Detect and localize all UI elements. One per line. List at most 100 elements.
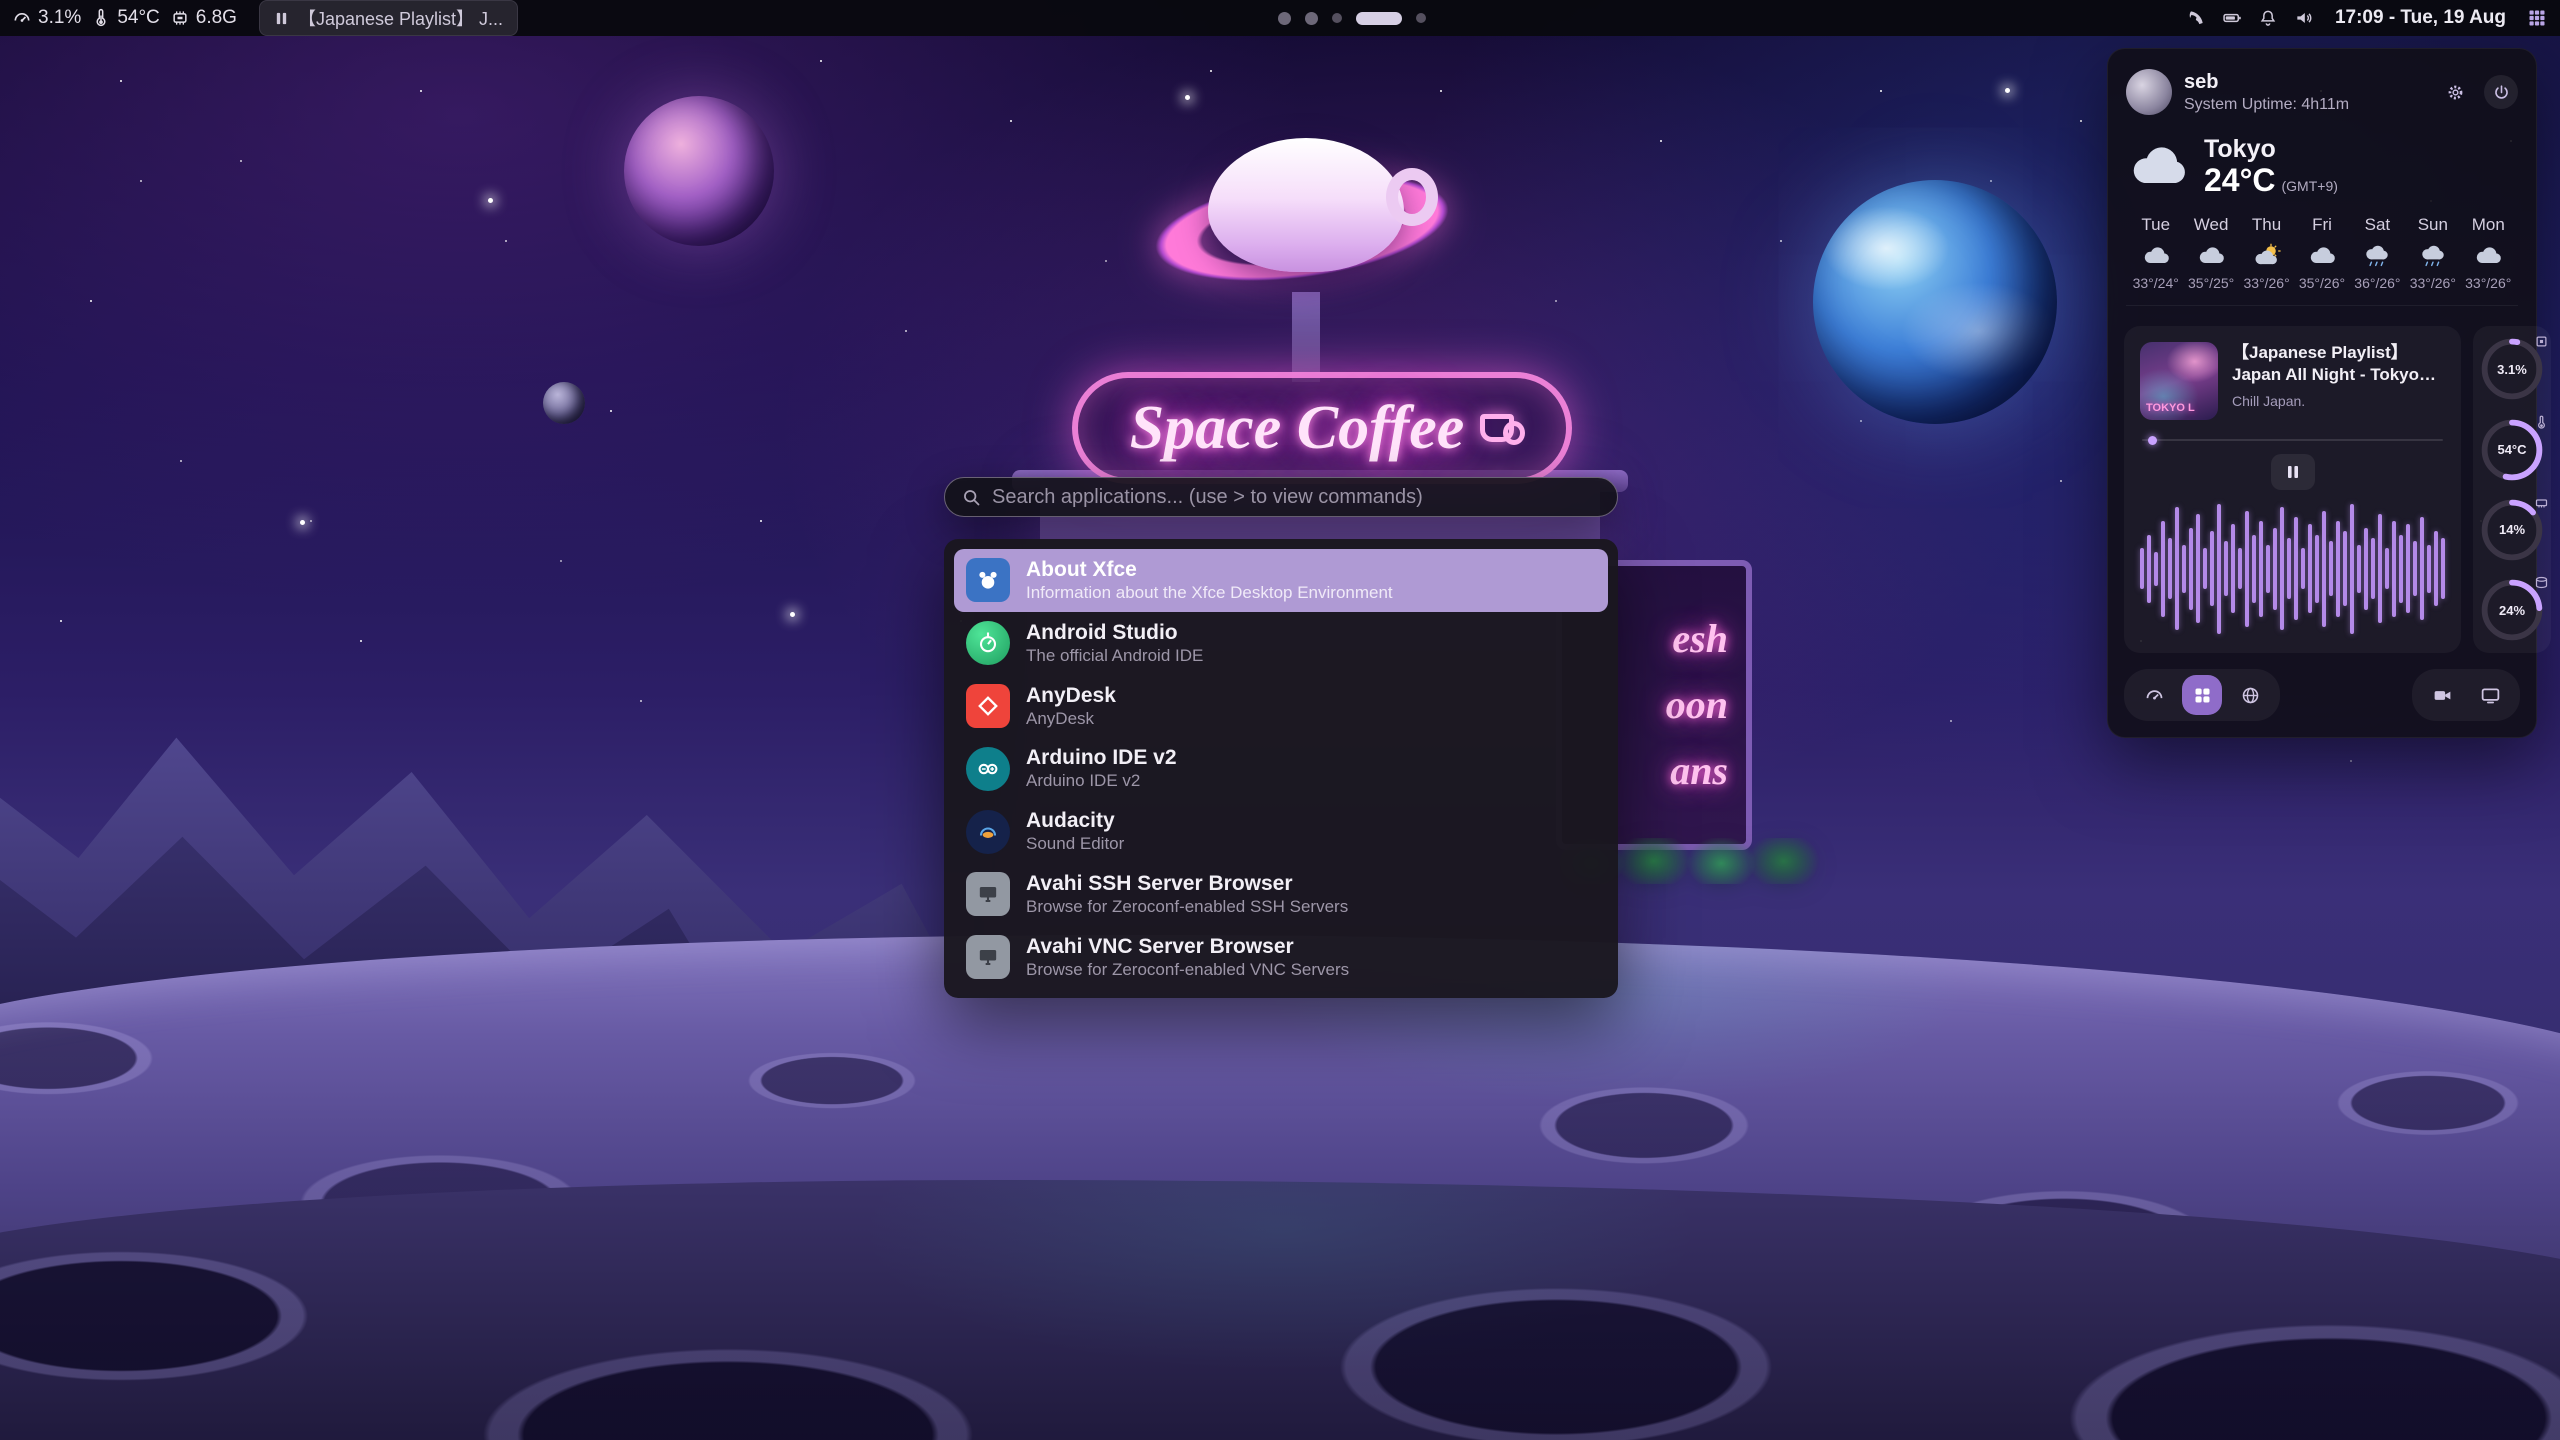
cpu-usage-label: 3.1% bbox=[38, 7, 81, 29]
gear-icon bbox=[2446, 83, 2465, 102]
purple-planet bbox=[624, 96, 774, 246]
forecast-temps: 35°/26° bbox=[2299, 275, 2345, 291]
small-moon bbox=[543, 382, 585, 424]
media-progress-bar[interactable] bbox=[2142, 436, 2443, 444]
rain-cloud-icon bbox=[2361, 242, 2393, 268]
app-title: Avahi VNC Server Browser bbox=[1026, 935, 1349, 958]
media-controls bbox=[2140, 454, 2445, 490]
track-artist: Chill Japan. bbox=[2232, 393, 2445, 409]
apps-grid-icon bbox=[2192, 685, 2213, 706]
progress-knob[interactable] bbox=[2148, 436, 2157, 445]
workspace-dot[interactable] bbox=[1305, 12, 1318, 25]
bright-star bbox=[300, 520, 305, 525]
launcher-item-avahi-ssh[interactable]: Avahi SSH Server Browser Browse for Zero… bbox=[954, 863, 1608, 926]
bright-star bbox=[1185, 95, 1190, 100]
app-description: Information about the Xfce Desktop Envir… bbox=[1026, 584, 1393, 603]
app-title: AnyDesk bbox=[1026, 684, 1116, 707]
battery-icon[interactable] bbox=[2221, 7, 2243, 29]
forecast-temps: 36°/26° bbox=[2354, 275, 2400, 291]
forecast-temps: 33°/24° bbox=[2133, 275, 2179, 291]
disk-icon bbox=[2534, 575, 2549, 590]
widget-panel: seb System Uptime: 4h11m Tokyo 24°C(GMT+… bbox=[2107, 48, 2537, 738]
rain-cloud-icon bbox=[2417, 242, 2449, 268]
forecast-day-label: Fri bbox=[2312, 215, 2332, 235]
weather-current: Tokyo 24°C(GMT+9) bbox=[2126, 135, 2518, 197]
launcher-item-text: Audacity Sound Editor bbox=[1026, 809, 1124, 854]
launcher-item-anydesk[interactable]: AnyDesk AnyDesk bbox=[954, 675, 1608, 738]
media-pill-label: 【Japanese Playlist】 J... bbox=[298, 5, 503, 31]
workspace-dot-active[interactable] bbox=[1356, 12, 1402, 25]
cpu-usage-indicator[interactable]: 3.1% bbox=[12, 7, 81, 29]
forecast-day-tue: Tue 33°/24° bbox=[2128, 215, 2183, 291]
launcher-search-bar[interactable] bbox=[944, 477, 1618, 517]
phone-icon[interactable] bbox=[2185, 7, 2207, 29]
network-tab-button[interactable] bbox=[2230, 675, 2270, 715]
forecast-day-label: Mon bbox=[2472, 215, 2505, 235]
forecast-day-mon: Mon 33°/26° bbox=[2461, 215, 2516, 291]
app-grid-icon[interactable] bbox=[2526, 7, 2548, 29]
screen-record-button[interactable] bbox=[2422, 675, 2462, 715]
dashboard-tab-button[interactable] bbox=[2134, 675, 2174, 715]
gauge-disk: 24% bbox=[2481, 579, 2543, 641]
play-pause-button[interactable] bbox=[2271, 454, 2315, 490]
app-title: Android Studio bbox=[1026, 621, 1203, 644]
launcher-item-text: Android Studio The official Android IDE bbox=[1026, 621, 1203, 666]
temperature-label: 54°C bbox=[117, 7, 159, 29]
window-neon-text: oon bbox=[1666, 685, 1728, 725]
pause-icon bbox=[274, 11, 289, 26]
notification-bell-icon[interactable] bbox=[2257, 7, 2279, 29]
forecast-day-sun: Sun 33°/26° bbox=[2405, 215, 2460, 291]
panel-bottom-bar bbox=[2124, 669, 2520, 721]
memory-indicator[interactable]: 6.8G bbox=[170, 7, 237, 29]
launcher-item-text: Avahi VNC Server Browser Browse for Zero… bbox=[1026, 935, 1349, 980]
launcher-item-arduino[interactable]: Arduino IDE v2 Arduino IDE v2 bbox=[954, 737, 1608, 800]
volume-icon[interactable] bbox=[2293, 7, 2315, 29]
app-description: Arduino IDE v2 bbox=[1026, 772, 1177, 791]
topbar-left: 3.1% 54°C 6.8G 【Japanese Playlist】 J... bbox=[12, 0, 518, 36]
server-browser-icon bbox=[966, 872, 1010, 916]
media-pill[interactable]: 【Japanese Playlist】 J... bbox=[259, 0, 518, 36]
workspace-dot[interactable] bbox=[1332, 13, 1342, 23]
weather-city-temp: Tokyo 24°C(GMT+9) bbox=[2204, 135, 2338, 197]
album-art-label: TOKYO L bbox=[2146, 402, 2195, 414]
launcher-item-avahi-vnc[interactable]: Avahi VNC Server Browser Browse for Zero… bbox=[954, 926, 1608, 989]
moon-ground-near bbox=[0, 1180, 2560, 1440]
clock[interactable]: 17:09 - Tue, 19 Aug bbox=[2329, 7, 2512, 29]
app-launcher: About Xfce Information about the Xfce De… bbox=[944, 477, 1618, 998]
power-button[interactable] bbox=[2484, 75, 2518, 109]
system-gauges: 3.1% 54°C 14% 24% bbox=[2473, 326, 2551, 653]
workspace-dot[interactable] bbox=[1416, 13, 1426, 23]
window-neon-text: esh bbox=[1672, 619, 1728, 659]
forecast-day-thu: Thu 33°/26° bbox=[2239, 215, 2294, 291]
forecast-day-label: Sat bbox=[2365, 215, 2391, 235]
audacity-icon bbox=[966, 810, 1010, 854]
speedometer-icon bbox=[2144, 685, 2165, 706]
weather-forecast: Tue 33°/24° Wed 35°/25° Thu 33°/26° Fri … bbox=[2126, 215, 2518, 306]
search-input[interactable] bbox=[992, 486, 1601, 509]
system-uptime: System Uptime: 4h11m bbox=[2184, 96, 2426, 114]
forecast-temps: 33°/26° bbox=[2465, 275, 2511, 291]
launcher-item-about-xfce[interactable]: About Xfce Information about the Xfce De… bbox=[954, 549, 1608, 612]
app-description: Sound Editor bbox=[1026, 835, 1124, 854]
app-title: Arduino IDE v2 bbox=[1026, 746, 1177, 769]
audio-waveform bbox=[2140, 500, 2445, 637]
thermometer-icon bbox=[91, 8, 111, 28]
launcher-item-android-studio[interactable]: Android Studio The official Android IDE bbox=[954, 612, 1608, 675]
video-camera-icon bbox=[2432, 685, 2453, 706]
display-icon bbox=[2480, 685, 2501, 706]
temperature-indicator[interactable]: 54°C bbox=[91, 7, 159, 29]
xfce-icon bbox=[966, 558, 1010, 602]
settings-button[interactable] bbox=[2438, 75, 2472, 109]
album-art: TOKYO L bbox=[2140, 342, 2218, 420]
forecast-day-label: Wed bbox=[2194, 215, 2229, 235]
apps-tab-button[interactable] bbox=[2182, 675, 2222, 715]
widget-tab-group bbox=[2124, 669, 2280, 721]
workspace-dot[interactable] bbox=[1278, 12, 1291, 25]
memory-chip-icon bbox=[2534, 495, 2549, 510]
memory-label: 6.8G bbox=[196, 7, 237, 29]
thermometer-icon bbox=[2534, 415, 2549, 430]
progress-track bbox=[2142, 439, 2443, 441]
media-player-card: TOKYO L 【Japanese Playlist】 Japan All Ni… bbox=[2124, 326, 2461, 653]
screenshot-button[interactable] bbox=[2470, 675, 2510, 715]
launcher-item-audacity[interactable]: Audacity Sound Editor bbox=[954, 800, 1608, 863]
